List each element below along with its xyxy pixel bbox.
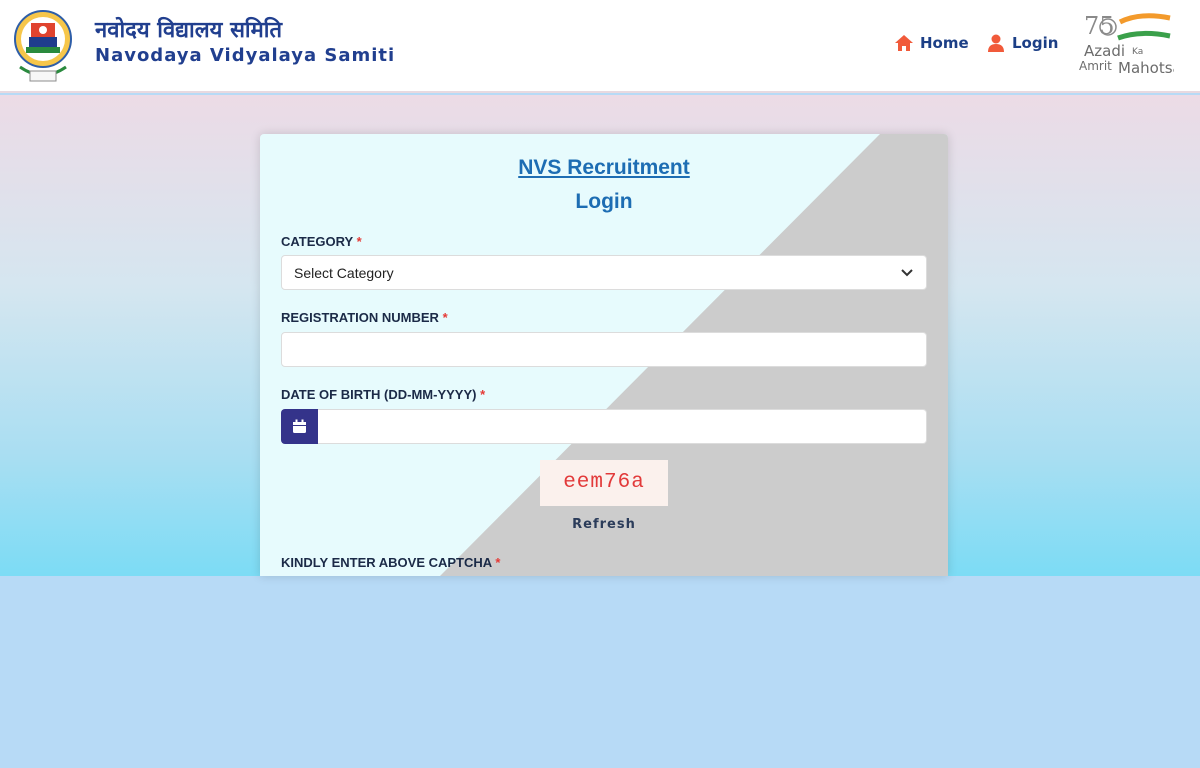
calendar-button[interactable] bbox=[281, 409, 318, 444]
nvs-emblem-logo[interactable] bbox=[12, 5, 74, 85]
refresh-captcha-button[interactable]: Refresh bbox=[540, 517, 668, 532]
date-of-birth-input[interactable] bbox=[318, 409, 927, 444]
site-header: नवोदय विद्यालय समिति Navodaya Vidyalaya … bbox=[0, 0, 1200, 93]
page-subtitle: Login bbox=[575, 190, 633, 213]
page-title[interactable]: NVS Recruitment bbox=[260, 156, 948, 180]
nav-home-label: Home bbox=[920, 34, 969, 52]
brand-name-hindi: नवोदय विद्यालय समिति bbox=[95, 18, 283, 43]
required-mark: * bbox=[356, 234, 362, 249]
registration-label-text: REGISTRATION NUMBER bbox=[281, 310, 439, 325]
amrit-line2: Ka bbox=[1132, 47, 1143, 57]
category-selected-value: Select Category bbox=[294, 265, 394, 281]
nav-login-link[interactable]: Login bbox=[986, 33, 1058, 53]
category-label: CATEGORY * bbox=[281, 234, 362, 249]
registration-label: REGISTRATION NUMBER * bbox=[281, 310, 448, 325]
required-mark: * bbox=[480, 387, 486, 402]
registration-number-input[interactable] bbox=[281, 332, 927, 367]
dob-label-text: DATE OF BIRTH (DD-MM-YYYY) bbox=[281, 387, 477, 402]
captcha-image: eem76a bbox=[540, 460, 668, 506]
amrit-line1: Azadi bbox=[1084, 42, 1125, 60]
azadi-ka-amrit-mahotsav-logo[interactable]: 75 Azadi Ka Amrit Mahotsav bbox=[1078, 10, 1174, 80]
user-icon bbox=[988, 34, 1004, 52]
chevron-down-icon bbox=[901, 269, 913, 277]
required-mark: * bbox=[442, 310, 448, 325]
category-label-text: CATEGORY bbox=[281, 234, 353, 249]
captcha-label-text: KINDLY ENTER ABOVE CAPTCHA bbox=[281, 555, 492, 570]
required-mark: * bbox=[495, 555, 501, 570]
login-card: NVS Recruitment Login CATEGORY * Select … bbox=[260, 134, 948, 576]
svg-text:75: 75 bbox=[1084, 12, 1115, 40]
amrit-line4: Mahotsav bbox=[1118, 59, 1174, 77]
category-select[interactable]: Select Category bbox=[281, 255, 927, 290]
nav-home-link[interactable]: Home bbox=[894, 33, 969, 53]
dob-label: DATE OF BIRTH (DD-MM-YYYY) * bbox=[281, 387, 485, 402]
home-icon bbox=[895, 35, 913, 51]
brand-name-english: Navodaya Vidyalaya Samiti bbox=[95, 45, 396, 66]
captcha-label: KINDLY ENTER ABOVE CAPTCHA * bbox=[281, 555, 500, 570]
calendar-icon bbox=[293, 419, 306, 433]
nav-login-label: Login bbox=[1012, 34, 1059, 52]
amrit-line3: Amrit bbox=[1079, 59, 1112, 73]
